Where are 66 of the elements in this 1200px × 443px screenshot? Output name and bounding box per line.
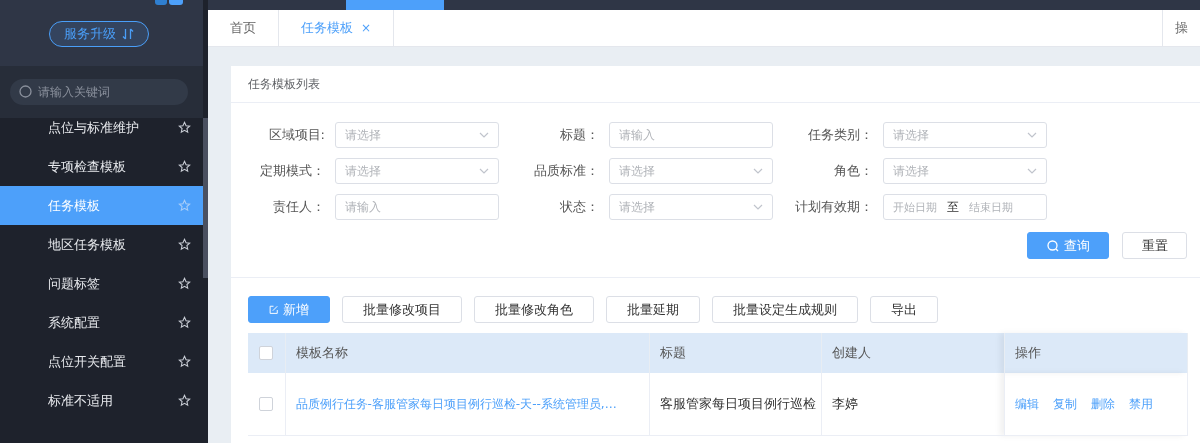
menu-item[interactable]: 系统配置 bbox=[0, 303, 203, 342]
input-field[interactable]: 请输入 bbox=[609, 122, 773, 148]
start-date-placeholder: 开始日期 bbox=[893, 199, 937, 215]
filter-label: 任务类别： bbox=[807, 126, 873, 144]
menu-item[interactable]: 地区任务模板 bbox=[0, 225, 203, 264]
chevron-down-icon bbox=[753, 204, 763, 210]
reset-button[interactable]: 重置 bbox=[1122, 232, 1187, 259]
filter-label: 品质标准： bbox=[533, 162, 599, 180]
chevron-down-icon bbox=[753, 168, 763, 174]
star-icon[interactable] bbox=[178, 121, 191, 134]
filter-label: 责任人： bbox=[272, 198, 325, 216]
toolbar-button[interactable]: 批量延期 bbox=[606, 296, 700, 323]
search-field[interactable]: 请输入关键词 bbox=[10, 79, 188, 105]
table-cell: 客服管家每日项目例行巡检 bbox=[649, 373, 821, 436]
select-field[interactable]: 请选择 bbox=[335, 122, 499, 148]
star-icon[interactable] bbox=[178, 199, 191, 212]
checkbox[interactable] bbox=[259, 397, 274, 411]
end-date-placeholder: 结束日期 bbox=[969, 199, 1013, 215]
star-icon[interactable] bbox=[178, 316, 191, 329]
input-field[interactable]: 请输入 bbox=[335, 194, 499, 220]
column-header: 模板名称 bbox=[285, 333, 649, 373]
operations-tab[interactable]: 操 bbox=[1162, 10, 1200, 46]
select-field[interactable]: 请选择 bbox=[609, 158, 773, 184]
select-field[interactable]: 请选择 bbox=[335, 158, 499, 184]
date-range-field[interactable]: 开始日期 至 结束日期 bbox=[883, 194, 1047, 220]
menu-item[interactable]: 专项检查模板 bbox=[0, 147, 203, 186]
table-cell: 李婷 bbox=[821, 373, 1004, 436]
menu-item[interactable]: 点位开关配置 bbox=[0, 342, 203, 381]
filter-label: 计划有效期： bbox=[794, 198, 873, 216]
select-field[interactable]: 请选择 bbox=[609, 194, 773, 220]
star-icon[interactable] bbox=[178, 355, 191, 368]
star-icon[interactable] bbox=[178, 394, 191, 407]
menu-item[interactable]: 点位与标准维护 bbox=[0, 118, 203, 147]
page-tab[interactable]: 首页 bbox=[208, 10, 279, 46]
upgrade-button[interactable]: 服务升级 bbox=[49, 21, 149, 47]
checkbox[interactable] bbox=[259, 346, 274, 360]
chevron-down-icon bbox=[479, 168, 489, 174]
card-title: 任务模板列表 bbox=[231, 66, 1200, 103]
star-icon[interactable] bbox=[178, 238, 191, 251]
toolbar-button[interactable]: 导出 bbox=[870, 296, 938, 323]
filter-label: 角色： bbox=[833, 162, 873, 180]
range-separator: 至 bbox=[947, 198, 959, 216]
chevron-down-icon bbox=[1027, 132, 1037, 138]
swap-icon bbox=[122, 28, 134, 40]
select-field[interactable]: 请选择 bbox=[883, 158, 1047, 184]
column-header: 标题 bbox=[649, 333, 821, 373]
filter-label: 状态： bbox=[559, 198, 599, 216]
column-header: 操作 bbox=[1004, 333, 1187, 373]
menu-item[interactable]: 标准不适用 bbox=[0, 381, 203, 420]
column-header: 创建人 bbox=[821, 333, 1004, 373]
chevron-down-icon bbox=[1027, 168, 1037, 174]
search-icon bbox=[1046, 239, 1059, 252]
select-field[interactable]: 请选择 bbox=[883, 122, 1047, 148]
search-icon bbox=[19, 85, 33, 99]
scrollbar-thumb[interactable] bbox=[203, 118, 208, 278]
menu-item[interactable]: 问题标签 bbox=[0, 264, 203, 303]
filter-label: 区域项目: bbox=[267, 126, 325, 144]
edit-icon bbox=[269, 303, 278, 316]
chevron-down-icon bbox=[479, 132, 489, 138]
filter-label: 标题： bbox=[559, 126, 599, 144]
star-icon[interactable] bbox=[178, 277, 191, 290]
star-icon[interactable] bbox=[178, 160, 191, 173]
toolbar-button[interactable]: 批量修改项目 bbox=[342, 296, 462, 323]
filter-label: 定期模式： bbox=[259, 162, 325, 180]
toolbar-button[interactable]: 批量设定生成规则 bbox=[712, 296, 858, 323]
toolbar-button[interactable]: 批量修改角色 bbox=[474, 296, 594, 323]
